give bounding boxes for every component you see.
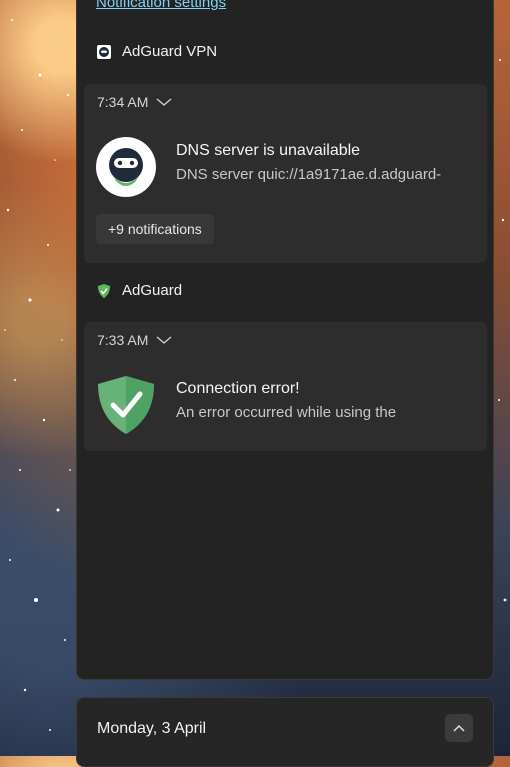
notification-title: Connection error!	[176, 380, 300, 397]
adguard-shield-icon	[96, 283, 112, 299]
app-header-adguard-vpn: AdGuard VPN	[96, 43, 217, 60]
notification-time-row[interactable]: 7:33 AM	[97, 332, 172, 348]
chevron-down-icon[interactable]	[156, 335, 172, 345]
app-header-adguard: AdGuard	[96, 282, 182, 299]
more-notifications-button[interactable]: +9 notifications	[96, 214, 214, 244]
adguard-vpn-icon	[96, 44, 112, 60]
notification-time: 7:34 AM	[97, 94, 149, 110]
app-name: AdGuard	[122, 282, 183, 299]
app-name: AdGuard VPN	[122, 43, 218, 60]
notification-card[interactable]: 7:34 AM DNS server is unavailable DNS se…	[84, 84, 487, 263]
adguard-shield-logo	[96, 374, 156, 441]
notification-time: 7:33 AM	[97, 332, 149, 348]
notification-time-row[interactable]: 7:34 AM	[97, 94, 172, 110]
notification-card[interactable]: 7:33 AM Connection error! An error occur…	[84, 322, 487, 451]
chevron-down-icon[interactable]	[156, 97, 172, 107]
collapse-calendar-button[interactable]	[445, 714, 473, 742]
notification-title: DNS server is unavailable	[176, 142, 361, 159]
chevron-up-icon	[453, 724, 465, 732]
adguard-vpn-logo	[96, 137, 156, 202]
calendar-header[interactable]: Monday, 3 April	[76, 697, 494, 767]
notification-body: DNS server quic://1a9171ae.d.adguard-	[176, 166, 442, 183]
notification-settings-link[interactable]: Notification settings	[96, 0, 226, 11]
notification-body: An error occurred while using the	[176, 404, 397, 421]
calendar-date: Monday, 3 April	[97, 720, 207, 737]
